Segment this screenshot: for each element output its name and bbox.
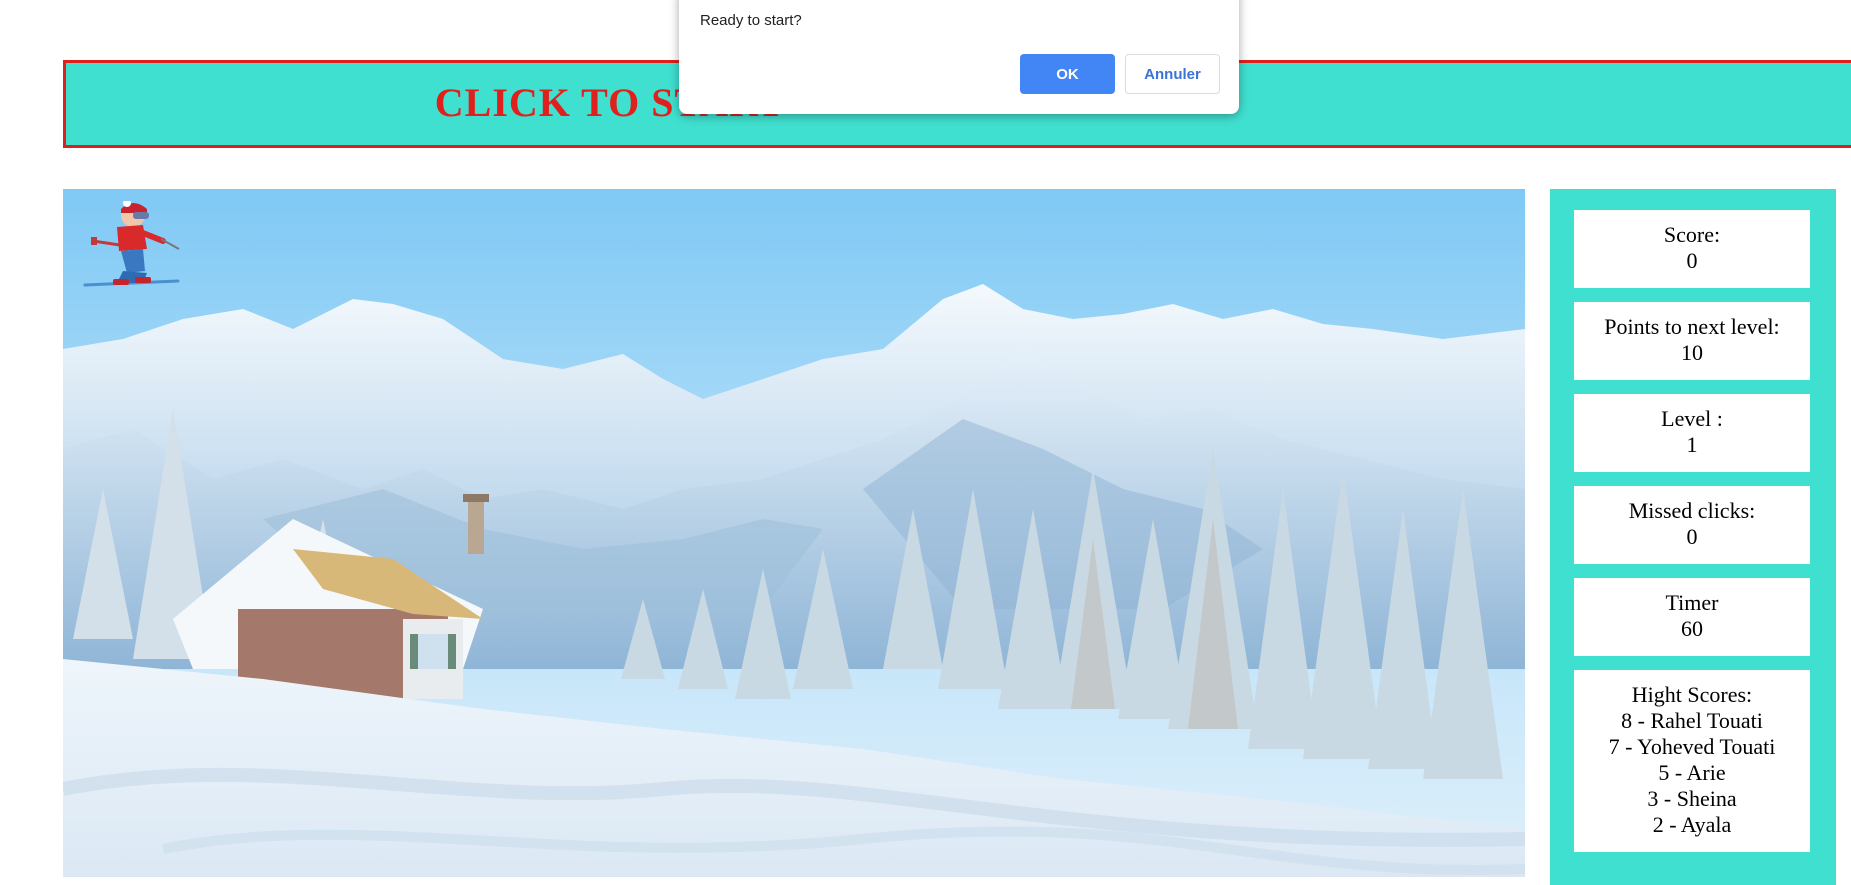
points-to-next-level-box: Points to next level: 10 [1574,302,1810,380]
skier-icon[interactable] [83,201,183,291]
high-scores-box: Hight Scores: 8 - Rahel Touati 7 - Yohev… [1574,670,1810,852]
winter-landscape-image [63,189,1525,877]
stats-panel: Score: 0 Points to next level: 10 Level … [1550,189,1836,885]
score-value: 0 [1686,248,1698,273]
game-area[interactable] [63,189,1525,877]
timer-box: Timer 60 [1574,578,1810,656]
score-label: Score: [1663,222,1721,247]
high-score-entry: 8 - Rahel Touati [1621,708,1763,733]
high-score-entry: 7 - Yoheved Touati [1608,734,1776,759]
missed-clicks-box: Missed clicks: 0 [1574,486,1810,564]
level-value: 1 [1686,432,1698,457]
points-to-next-level-value: 10 [1681,340,1703,365]
cancel-button[interactable]: Annuler [1125,54,1220,94]
high-score-entry: 2 - Ayala [1652,812,1732,837]
ok-button[interactable]: OK [1020,54,1115,94]
dialog-message: Ready to start? [700,12,802,29]
level-box: Level : 1 [1574,394,1810,472]
points-to-next-level-label: Points to next level: [1604,314,1780,339]
confirm-dialog: Ready to start? OK Annuler [679,0,1239,114]
timer-label: Timer [1665,590,1719,615]
high-score-entry: 5 - Arie [1658,760,1726,785]
high-scores-label: Hight Scores: [1631,682,1753,707]
score-box: Score: 0 [1574,210,1810,288]
timer-value: 60 [1681,616,1703,641]
missed-clicks-label: Missed clicks: [1628,498,1756,523]
high-score-entry: 3 - Sheina [1647,786,1737,811]
missed-clicks-value: 0 [1686,524,1698,549]
level-label: Level : [1661,406,1723,431]
